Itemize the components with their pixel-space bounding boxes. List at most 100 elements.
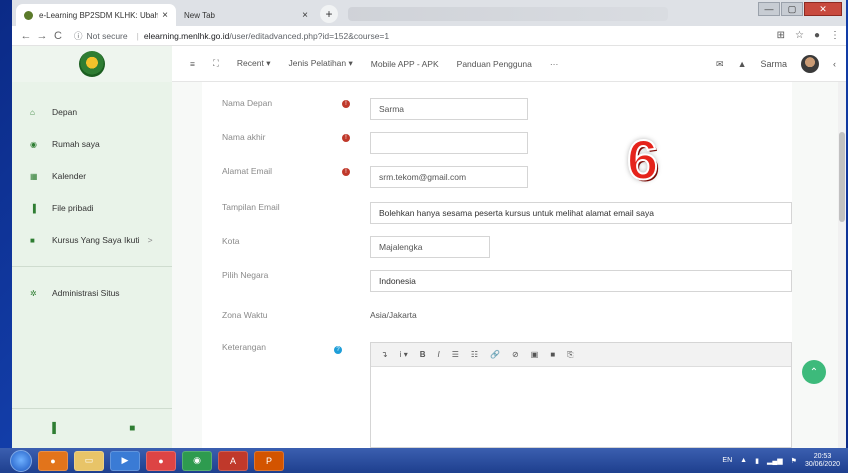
chrome-taskbar-icon[interactable]: ◉ xyxy=(182,450,212,471)
bell-icon[interactable]: ▲ xyxy=(738,59,747,69)
calendar-icon: ▦ xyxy=(30,171,38,181)
description-editor[interactable]: ↴ i ▾ B I ☰ ☷ 🔗 ⊘ ▣ ■ ⎘ xyxy=(370,342,792,448)
page-body: ⌂ Depan ◉ Rumah saya ▦ Kalender ▐ File p… xyxy=(12,82,846,448)
sidebar-item-label: Kalender xyxy=(52,171,87,181)
system-tray: EN ▲ ▮ ▂▄▆ ⚑ 20:53 30/06/2020 xyxy=(722,448,840,473)
required-icon[interactable]: ! xyxy=(342,100,350,108)
sidebar-item-label: Administrasi Situs xyxy=(52,288,120,298)
app-taskbar-icon[interactable]: ● xyxy=(146,450,176,471)
timezone-value: Asia/Jakarta xyxy=(370,310,417,320)
city-input[interactable]: Majalengka xyxy=(370,236,490,258)
field-label: Alamat Email xyxy=(222,166,273,176)
tab-close-icon[interactable]: × xyxy=(302,10,308,21)
country-select[interactable]: Indonesia xyxy=(370,270,792,292)
avatar[interactable] xyxy=(801,55,819,73)
menu-more[interactable]: ··· xyxy=(550,59,559,69)
sidebar-item-rumah-saya[interactable]: ◉ Rumah saya xyxy=(12,128,172,160)
back-button[interactable]: ← xyxy=(18,30,34,42)
course-icon: ■ xyxy=(30,235,35,245)
paragraph-style-icon[interactable]: i ▾ xyxy=(400,350,408,359)
email-input[interactable]: srm.tekom@gmail.com xyxy=(370,166,528,188)
minimize-button[interactable]: — xyxy=(758,2,780,16)
acrobat-taskbar-icon[interactable]: A xyxy=(218,450,248,471)
manage-files-icon[interactable]: ⎘ xyxy=(567,350,573,360)
site-logo[interactable] xyxy=(12,45,172,82)
menu-recent[interactable]: Recent ▾ xyxy=(237,58,271,69)
dashboard-icon: ◉ xyxy=(30,139,37,149)
field-label: Tampilan Email xyxy=(222,202,280,212)
new-tab-button[interactable]: + xyxy=(320,5,338,23)
document-icon[interactable]: ▐ xyxy=(49,423,56,434)
url-path: /user/editadvanced.php?id=152&course=1 xyxy=(229,30,390,41)
bookmark-star-icon[interactable]: ☆ xyxy=(795,30,804,41)
last-name-input[interactable] xyxy=(370,132,528,154)
media-icon[interactable]: ■ xyxy=(550,350,555,359)
site-header: ≡ ⛶ Recent ▾ Jenis Pelatihan ▾ Mobile AP… xyxy=(12,45,846,82)
field-label: Zona Waktu xyxy=(222,310,268,320)
user-name[interactable]: Sarma xyxy=(760,59,787,69)
scrollbar-thumb[interactable] xyxy=(839,132,845,222)
field-label: Pilih Negara xyxy=(222,270,269,280)
link-icon[interactable]: 🔗 xyxy=(490,350,500,359)
numbered-list-icon[interactable]: ☷ xyxy=(471,350,478,359)
sidebar-item-kursus[interactable]: ■ Kursus Yang Saya Ikuti > xyxy=(12,224,172,256)
sidebar-item-label: Depan xyxy=(52,107,78,117)
course-icon[interactable]: ■ xyxy=(129,423,135,434)
reload-button[interactable]: C xyxy=(50,30,66,42)
menu-jenis-pelatihan[interactable]: Jenis Pelatihan ▾ xyxy=(288,58,352,69)
powerpoint-taskbar-icon[interactable]: P xyxy=(254,450,284,471)
bold-icon[interactable]: B xyxy=(420,350,426,359)
mail-icon[interactable]: ✉ xyxy=(716,59,724,70)
clock-date: 30/06/2020 xyxy=(804,460,840,468)
sidebar-item-label: File pribadi xyxy=(52,203,94,213)
url-field[interactable]: ⓘ Not secure | elearning.menlhk.go.id /u… xyxy=(74,30,777,42)
unlink-icon[interactable]: ⊘ xyxy=(512,350,519,359)
menu-toggle-icon[interactable]: ≡ xyxy=(190,59,195,69)
profile-icon[interactable]: ● xyxy=(814,30,820,41)
tray-arrow-icon[interactable]: ▲ xyxy=(740,457,747,464)
image-icon[interactable]: ▣ xyxy=(531,350,539,359)
bullet-list-icon[interactable]: ☰ xyxy=(452,350,459,359)
editor-toolbar: ↴ i ▾ B I ☰ ☷ 🔗 ⊘ ▣ ■ ⎘ xyxy=(371,343,791,367)
maximize-button[interactable]: ▢ xyxy=(781,2,803,16)
menu-panduan-pengguna[interactable]: Panduan Pengguna xyxy=(457,59,532,69)
sidebar-item-administrasi[interactable]: ✲ Administrasi Situs xyxy=(12,277,172,309)
email-display-select[interactable]: Bolehkan hanya sesama peserta kursus unt… xyxy=(370,202,792,224)
tab-close-icon[interactable]: × xyxy=(162,10,168,21)
tab-elearning[interactable]: e-Learning BP2SDM KLHK: Ubah × xyxy=(16,4,176,26)
start-button[interactable] xyxy=(10,449,32,472)
explorer-taskbar-icon[interactable]: ▭ xyxy=(74,450,104,471)
network-icon[interactable]: ▮ xyxy=(755,457,759,465)
system-clock[interactable]: 20:53 30/06/2020 xyxy=(805,453,840,469)
required-icon[interactable]: ! xyxy=(342,168,350,176)
field-label: Keterangan xyxy=(222,342,266,352)
sidebar-item-kalender[interactable]: ▦ Kalender xyxy=(12,160,172,192)
italic-icon[interactable]: I xyxy=(438,350,440,359)
windows-taskbar: ● ▭ ▶ ● ◉ A P EN ▲ ▮ ▂▄▆ ⚑ 20:53 30/06/2… xyxy=(0,448,848,473)
field-label: Nama Depan xyxy=(222,98,273,108)
firefox-taskbar-icon[interactable]: ● xyxy=(38,450,68,471)
sidebar-item-file-pribadi[interactable]: ▐ File pribadi xyxy=(12,192,172,224)
signal-icon[interactable]: ▂▄▆ xyxy=(767,457,783,465)
window-controls: — ▢ ✕ xyxy=(758,2,842,16)
collapse-icon[interactable]: ‹ xyxy=(833,59,836,69)
toolbar-expand-icon[interactable]: ↴ xyxy=(381,350,388,359)
page-scrollbar[interactable] xyxy=(838,82,846,448)
close-window-button[interactable]: ✕ xyxy=(804,2,842,16)
tab-new-tab[interactable]: New Tab × xyxy=(176,4,316,26)
security-label: Not secure xyxy=(86,30,128,41)
scroll-to-top-button[interactable]: ⌃ xyxy=(802,360,826,384)
first-name-input[interactable]: Sarma xyxy=(370,98,528,120)
translate-icon[interactable]: ⊞ xyxy=(777,30,785,41)
language-indicator[interactable]: EN xyxy=(722,457,732,464)
file-icon: ▐ xyxy=(30,203,36,213)
required-icon[interactable]: ! xyxy=(342,134,350,142)
fullscreen-icon[interactable]: ⛶ xyxy=(213,58,219,69)
browser-menu-icon[interactable]: ⋮ xyxy=(830,30,840,41)
media-taskbar-icon[interactable]: ▶ xyxy=(110,450,140,471)
forward-button[interactable]: → xyxy=(34,30,50,42)
menu-mobile-app[interactable]: Mobile APP - APK xyxy=(371,59,439,69)
flag-icon[interactable]: ⚑ xyxy=(791,457,797,465)
help-icon[interactable]: ? xyxy=(334,346,342,354)
sidebar-item-depan[interactable]: ⌂ Depan xyxy=(12,96,172,128)
